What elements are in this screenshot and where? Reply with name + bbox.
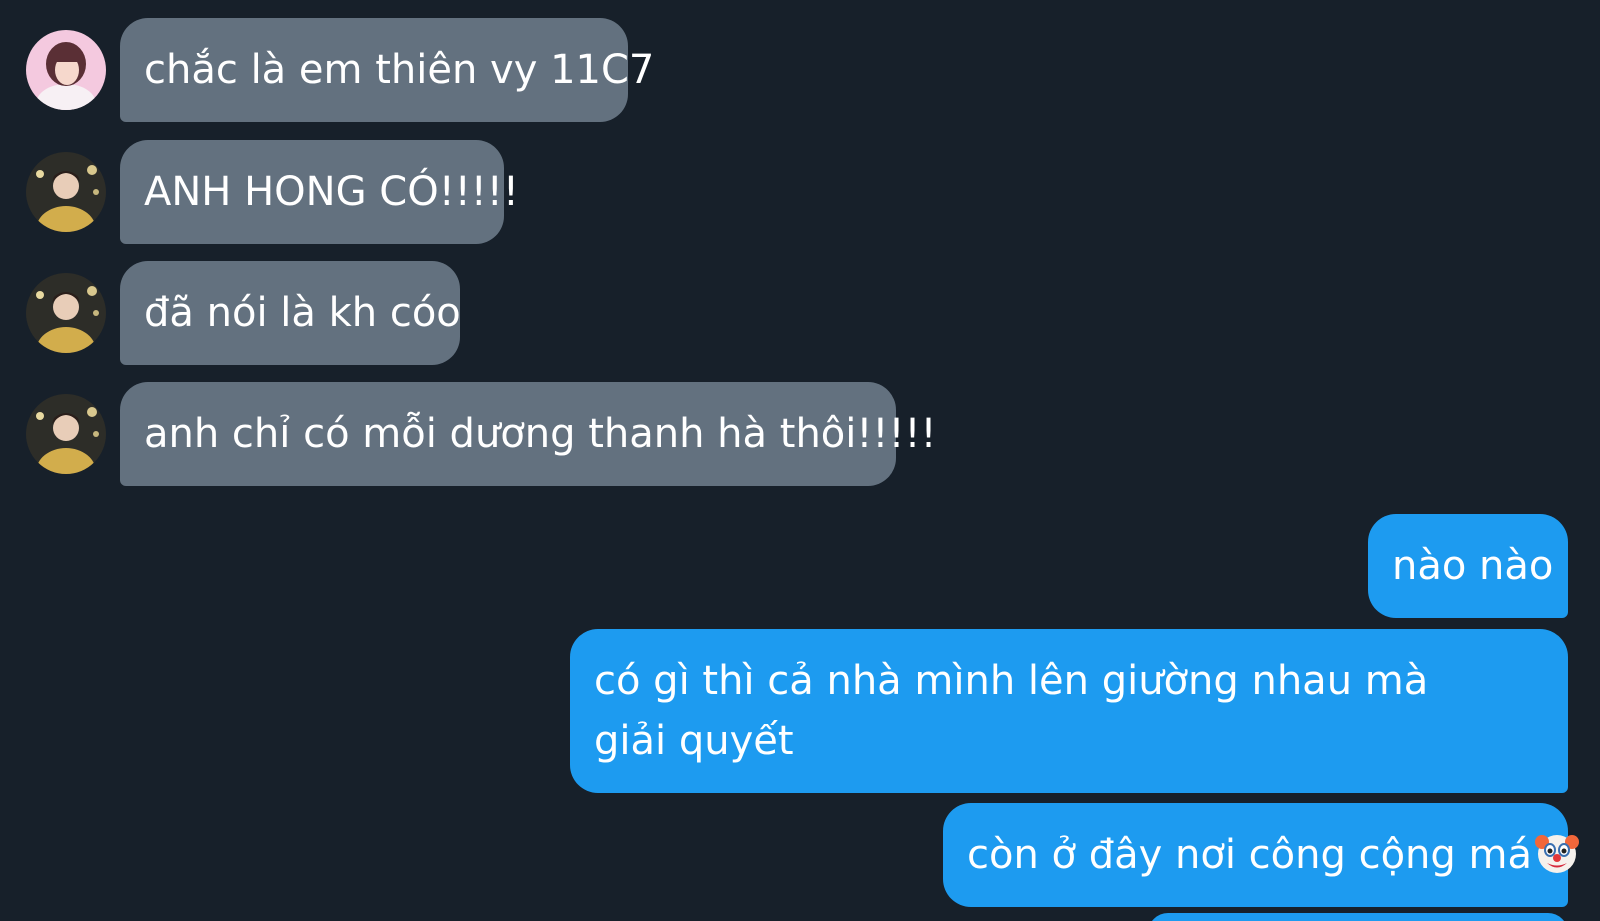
- message-row-incoming: chắc là em thiên vy 11C7: [26, 18, 654, 122]
- message-text: có gì thì cả nhà mình lên giường nhau mà…: [594, 658, 1429, 764]
- message-text: còn ở đây nơi công cộng má: [967, 832, 1532, 878]
- message-text: anh chỉ có mỗi dương thanh hà thôi!!!!!: [144, 411, 937, 457]
- message-text: chắc là em thiên vy 11C7: [144, 47, 655, 93]
- message-bubble-outgoing[interactable]: có gì thì cả nhà mình lên giường nhau mà…: [570, 629, 1568, 793]
- boy-avatar[interactable]: [26, 394, 106, 474]
- clown-face-icon: [1534, 830, 1580, 876]
- message-bubble-outgoing[interactable]: nào nào: [1368, 514, 1568, 618]
- message-row-incoming: ANH HONG CÓ!!!!!: [26, 140, 519, 244]
- message-text: đã nói là kh cóo: [144, 290, 461, 336]
- message-row-incoming: anh chỉ có mỗi dương thanh hà thôi!!!!!: [26, 382, 937, 486]
- girl-avatar[interactable]: [26, 30, 106, 110]
- message-row-outgoing: nào nào: [1368, 514, 1568, 618]
- message-bubble-incoming[interactable]: ANH HONG CÓ!!!!!: [120, 140, 519, 244]
- message-bubble-incoming[interactable]: anh chỉ có mỗi dương thanh hà thôi!!!!!: [120, 382, 937, 486]
- message-bubble-outgoing-partial[interactable]: [1148, 913, 1568, 921]
- message-row-outgoing: còn ở đây nơi công cộng má: [943, 803, 1579, 907]
- message-bubble-outgoing[interactable]: còn ở đây nơi công cộng má: [943, 803, 1579, 907]
- message-row-incoming: đã nói là kh cóo: [26, 261, 461, 365]
- message-text: ANH HONG CÓ!!!!!: [144, 169, 519, 215]
- message-row-outgoing: có gì thì cả nhà mình lên giường nhau mà…: [570, 629, 1568, 793]
- message-bubble-incoming[interactable]: chắc là em thiên vy 11C7: [120, 18, 654, 122]
- message-bubble-incoming[interactable]: đã nói là kh cóo: [120, 261, 461, 365]
- chat-thread: chắc là em thiên vy 11C7 ANH HONG CÓ!!!!…: [0, 0, 1600, 921]
- boy-avatar[interactable]: [26, 152, 106, 232]
- boy-avatar[interactable]: [26, 273, 106, 353]
- message-text: nào nào: [1392, 543, 1554, 589]
